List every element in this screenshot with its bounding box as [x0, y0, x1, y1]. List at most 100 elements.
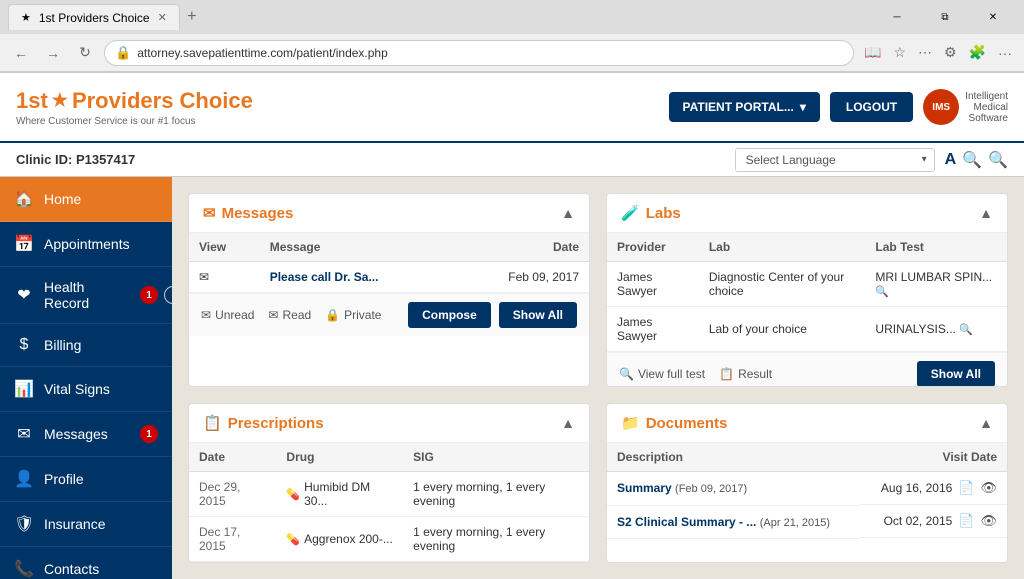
lock-icon-small: 🔒: [325, 308, 340, 322]
lab-search-icon-2[interactable]: 🔍: [959, 324, 973, 336]
table-row: Dec 17, 2015 💊 Aggrenox 200-... 1 every …: [189, 517, 589, 562]
result-link[interactable]: 📋 Result: [719, 367, 772, 381]
prescriptions-collapse-button[interactable]: ▲: [561, 415, 575, 431]
back-button[interactable]: ←: [8, 40, 34, 66]
chart-icon: 📊: [14, 379, 34, 399]
messages-table-header-row: View Message Date: [189, 233, 589, 262]
table-row: Summary (Feb 09, 2017) Aug 16, 2016 📄 👁: [607, 472, 1007, 506]
content-area: ✉ Messages ▲ View Message Date: [172, 177, 1024, 579]
lock-icon: 🔒: [115, 45, 131, 61]
accessibility-search-button-2[interactable]: 🔍: [988, 150, 1008, 170]
sidebar-item-insurance[interactable]: 🛡 Insurance: [0, 502, 172, 547]
sidebar-item-contacts[interactable]: 📞 Contacts: [0, 547, 172, 579]
table-row: James Sawyer Diagnostic Center of your c…: [607, 262, 1007, 307]
extensions-button[interactable]: 🧩: [965, 40, 990, 65]
messages-badge: 1: [140, 425, 158, 443]
documents-card: 📁 Documents ▲ Description Visit Date: [606, 403, 1008, 563]
messages-collapse-button[interactable]: ▲: [561, 205, 575, 221]
doc-visit-date-2: Oct 02, 2015 📄 👁: [860, 505, 1007, 538]
tools-button[interactable]: ⚙: [940, 40, 961, 65]
documents-header-row: Description Visit Date: [607, 443, 1007, 472]
sidebar-item-home[interactable]: 🏠 Home: [0, 177, 172, 222]
bookmarks-button[interactable]: 📖: [860, 40, 885, 65]
sidebar-item-profile[interactable]: 👤 Profile: [0, 457, 172, 502]
labs-collapse-button[interactable]: ▲: [979, 205, 993, 221]
read-filter[interactable]: ✉ Read: [268, 308, 311, 322]
doc-download-btn-1[interactable]: 📄: [958, 480, 974, 496]
new-tab-button[interactable]: +: [180, 5, 204, 29]
pill-icon-2: 💊: [286, 533, 300, 546]
heart-icon: ❤: [14, 285, 34, 305]
sidebar-item-appointments[interactable]: 📅 Appointments: [0, 222, 172, 267]
labs-card: 🧪 Labs ▲ Provider Lab Lab Test: [606, 193, 1008, 387]
lab-search-icon-1[interactable]: 🔍: [875, 286, 889, 298]
message-link[interactable]: Please call Dr. Sa...: [260, 262, 453, 293]
sidebar-label-appointments: Appointments: [44, 236, 158, 252]
doc-view-btn-1[interactable]: 👁: [980, 480, 997, 496]
restore-button[interactable]: ⧉: [922, 1, 968, 33]
messages-card-header: ✉ Messages ▲: [189, 194, 589, 233]
favorites-button[interactable]: ☆: [889, 40, 910, 65]
logo-text-1st: 1st: [16, 88, 48, 114]
active-tab[interactable]: ★ 1st Providers Choice ✕: [8, 4, 180, 30]
view-full-test-link[interactable]: 🔍 View full test: [619, 367, 705, 381]
rx-drug-1: 💊 Humibid DM 30...: [276, 472, 403, 517]
close-button[interactable]: ✕: [970, 1, 1016, 33]
menu-button[interactable]: ⋯: [914, 40, 936, 65]
unread-filter[interactable]: ✉ Unread: [201, 308, 254, 322]
doc-col-visit-date: Visit Date: [860, 443, 1007, 472]
sidebar-item-health-record[interactable]: ❤ Health Record 1 ‹: [0, 267, 172, 324]
messages-card: ✉ Messages ▲ View Message Date: [188, 193, 590, 387]
prescriptions-card-title: 📋 Prescriptions: [203, 414, 324, 432]
envelope-icon: ✉: [14, 424, 34, 444]
minimize-button[interactable]: ─: [874, 1, 920, 33]
logo-area: 1st ★ Providers Choice Where Customer Se…: [16, 88, 253, 127]
doc-view-btn-2[interactable]: 👁: [980, 513, 997, 529]
header-right: PATIENT PORTAL... ▾ LOGOUT IMS Intellige…: [669, 89, 1009, 125]
messages-card-title: ✉ Messages: [203, 204, 293, 222]
doc-download-btn-2[interactable]: 📄: [958, 513, 974, 529]
labs-table: Provider Lab Lab Test James Sawyer Diagn…: [607, 233, 1007, 352]
prescriptions-card: 📋 Prescriptions ▲ Date Drug SIG: [188, 403, 590, 563]
sidebar-label-insurance: Insurance: [44, 516, 158, 532]
accessibility-search-button-1[interactable]: 🔍: [962, 150, 982, 170]
accessibility-icons: A 🔍 🔍: [945, 150, 1008, 170]
clinic-bar: Clinic ID: P1357417 Select Language ▾ A …: [0, 143, 1024, 177]
logout-button[interactable]: LOGOUT: [830, 92, 913, 122]
forward-button[interactable]: →: [40, 40, 66, 66]
more-button[interactable]: ···: [994, 41, 1016, 65]
flask-icon: 🧪: [621, 204, 640, 222]
prescriptions-header-row: Date Drug SIG: [189, 443, 589, 472]
tab-bar: ★ 1st Providers Choice ✕ + ─ ⧉ ✕: [0, 0, 1024, 34]
rx-date-1: Dec 29, 2015: [189, 472, 276, 517]
tab-favicon: ★: [21, 11, 31, 24]
messages-card-body: View Message Date ✉ Please call Dr. Sa..…: [189, 233, 589, 293]
sidebar-label-home: Home: [44, 191, 158, 207]
documents-collapse-button[interactable]: ▲: [979, 415, 993, 431]
accessibility-a-button[interactable]: A: [945, 151, 957, 169]
table-row: James Sawyer Lab of your choice URINALYS…: [607, 307, 1007, 352]
address-bar[interactable]: 🔒 attorney.savepatienttime.com/patient/i…: [104, 40, 854, 66]
envelope-icon-small: ✉: [201, 308, 211, 322]
private-filter[interactable]: 🔒 Private: [325, 308, 381, 322]
logo-subtitle: Where Customer Service is our #1 focus: [16, 116, 253, 127]
sidebar: 🏠 Home 📅 Appointments ❤ Health Record 1 …: [0, 177, 172, 579]
chevron-down-icon: ▾: [800, 100, 806, 114]
messages-show-all-button[interactable]: Show All: [499, 302, 577, 328]
language-select[interactable]: Select Language: [735, 148, 935, 172]
prescriptions-card-body: Date Drug SIG Dec 29, 2015 💊: [189, 443, 589, 562]
labs-show-all-button[interactable]: Show All: [917, 361, 995, 387]
tab-close-btn[interactable]: ✕: [158, 11, 167, 24]
sidebar-item-billing[interactable]: $ Billing: [0, 324, 172, 367]
messages-table: View Message Date ✉ Please call Dr. Sa..…: [189, 233, 589, 293]
compose-button[interactable]: Compose: [408, 302, 491, 328]
patient-portal-button[interactable]: PATIENT PORTAL... ▾: [669, 92, 820, 122]
sidebar-collapse-icon[interactable]: ‹: [164, 286, 172, 304]
window-controls: ─ ⧉ ✕: [874, 1, 1016, 33]
message-date: Feb 09, 2017: [453, 262, 589, 293]
reload-button[interactable]: ↻: [72, 40, 98, 66]
sidebar-item-vital-signs[interactable]: 📊 Vital Signs: [0, 367, 172, 412]
messages-col-date: Date: [453, 233, 589, 262]
sidebar-item-messages[interactable]: ✉ Messages 1: [0, 412, 172, 457]
folder-icon: 📁: [621, 414, 640, 432]
